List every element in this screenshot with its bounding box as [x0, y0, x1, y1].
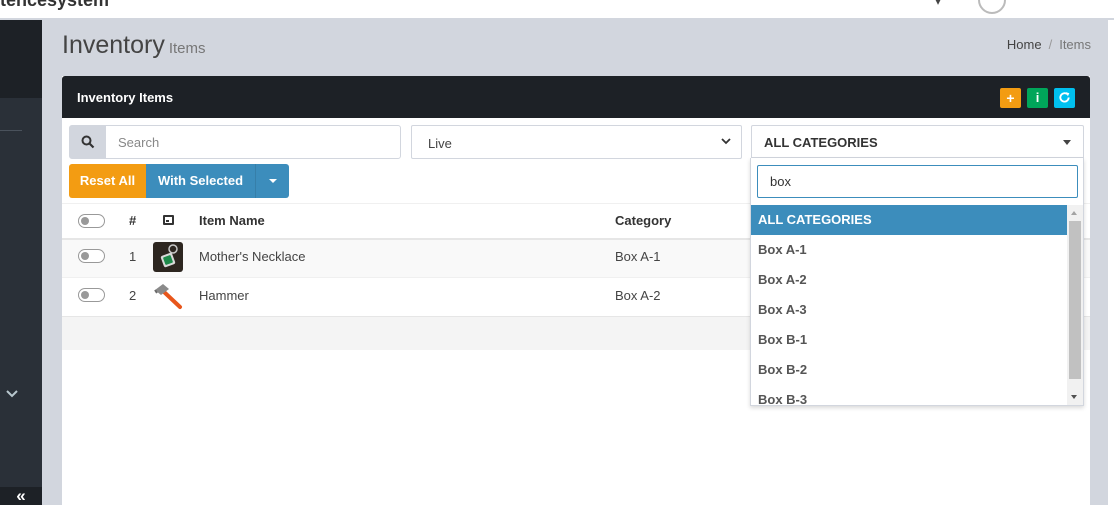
row-select-toggle[interactable] [78, 288, 105, 302]
breadcrumb: Home / Items [1007, 37, 1091, 52]
breadcrumb-home-link[interactable]: Home [1007, 37, 1042, 52]
category-select[interactable]: ALL CATEGORIES [751, 125, 1084, 158]
item-category: Box A-1 [615, 249, 661, 264]
item-name[interactable]: Mother's Necklace [199, 249, 306, 264]
search-input[interactable] [105, 125, 401, 159]
column-header-number: # [129, 213, 137, 228]
item-name[interactable]: Hammer [199, 288, 249, 303]
info-button[interactable]: i [1027, 88, 1048, 108]
with-selected-button[interactable]: With Selected [146, 164, 255, 198]
row-number: 2 [129, 288, 137, 303]
breadcrumb-separator: / [1048, 37, 1053, 52]
search-group [69, 125, 401, 159]
category-option[interactable]: Box B-3 [751, 385, 1068, 405]
scroll-down-arrow-icon[interactable] [1071, 395, 1077, 399]
chevron-down-icon[interactable] [6, 385, 18, 401]
scroll-up-arrow-icon[interactable] [1071, 211, 1077, 215]
page-title: Inventory Items [62, 31, 206, 60]
category-option[interactable]: Box B-2 [751, 355, 1068, 385]
caret-down-icon [1063, 140, 1071, 145]
add-item-button[interactable]: + [1000, 88, 1021, 108]
category-options-list: ALL CATEGORIES Box A-1 Box A-2 Box A-3 B… [751, 205, 1068, 405]
category-dropdown: ALL CATEGORIES Box A-1 Box A-2 Box A-3 B… [750, 158, 1084, 406]
search-addon [69, 125, 106, 159]
category-option[interactable]: Box B-1 [751, 325, 1068, 355]
page-title-text: Inventory [62, 31, 165, 59]
page-subtitle: Items [168, 40, 206, 57]
category-option[interactable]: ALL CATEGORIES [751, 205, 1068, 235]
row-select-toggle[interactable] [78, 249, 105, 263]
row-number: 1 [129, 249, 137, 264]
sidebar: « [0, 20, 42, 505]
breadcrumb-current: Items [1059, 37, 1091, 52]
sidebar-collapse-button[interactable]: « [0, 487, 42, 505]
top-navbar: tencesystem ▾ [0, 0, 1114, 19]
box-title: Inventory Items [77, 90, 174, 105]
column-header-category[interactable]: Category [615, 213, 671, 228]
refresh-button[interactable] [1054, 88, 1075, 108]
necklace-thumbnail[interactable] [153, 242, 183, 272]
hammer-thumbnail[interactable] [153, 281, 183, 311]
reset-all-button[interactable]: Reset All [69, 164, 146, 198]
sidebar-divider [0, 130, 22, 131]
category-search-input[interactable] [757, 165, 1078, 198]
search-icon [81, 135, 95, 149]
category-option[interactable]: Box A-1 [751, 235, 1068, 265]
refresh-icon [1059, 92, 1070, 103]
caret-down-icon [269, 179, 277, 183]
right-edge-strip [1108, 20, 1114, 505]
item-category: Box A-2 [615, 288, 661, 303]
category-select-value: ALL CATEGORIES [764, 135, 878, 150]
category-option[interactable]: Box A-2 [751, 265, 1068, 295]
dropdown-scrollbar[interactable] [1067, 205, 1083, 405]
sidebar-user-panel [0, 20, 42, 98]
status-select-value: Live [428, 136, 452, 151]
image-icon [163, 215, 174, 225]
user-avatar[interactable] [978, 0, 1006, 14]
scrollbar-thumb[interactable] [1069, 221, 1081, 379]
category-option[interactable]: Box A-3 [751, 295, 1068, 325]
select-all-toggle[interactable] [78, 214, 105, 228]
brand-logo-text[interactable]: tencesystem [0, 0, 109, 11]
with-selected-dropdown-toggle[interactable] [255, 164, 289, 198]
box-header: Inventory Items + i [62, 76, 1090, 118]
chevron-down-icon [721, 138, 731, 145]
status-select[interactable]: Live [411, 125, 742, 159]
column-header-item-name[interactable]: Item Name [199, 213, 265, 228]
user-menu-caret-icon[interactable]: ▾ [935, 0, 941, 8]
